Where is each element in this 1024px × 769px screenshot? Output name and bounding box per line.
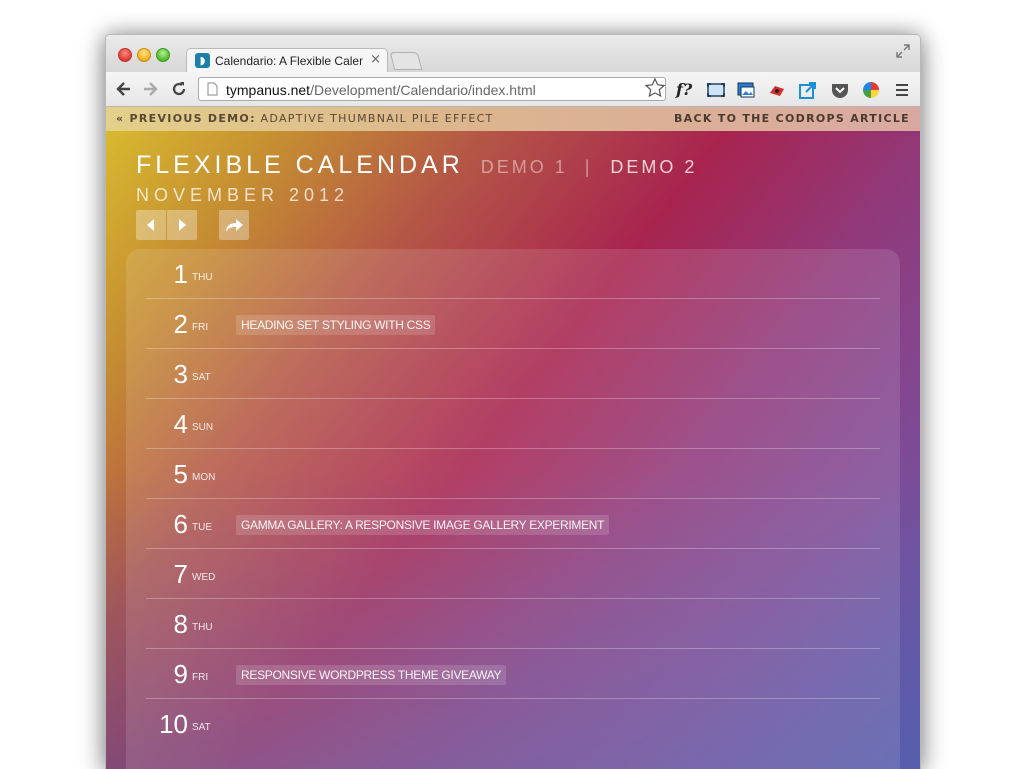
next-month-button[interactable] bbox=[167, 210, 197, 240]
tab-close-icon[interactable]: × bbox=[370, 52, 381, 68]
tab-title: Calendario: A Flexible Calendar bbox=[215, 54, 363, 68]
day-weekday: THU bbox=[192, 272, 213, 283]
day-row[interactable]: 1 THU bbox=[146, 249, 880, 299]
page-title: FLEXIBLE CALENDAR bbox=[136, 151, 464, 179]
bookmark-star-icon[interactable] bbox=[644, 77, 666, 99]
event-link[interactable]: RESPONSIVE WORDPRESS THEME GIVEAWAY bbox=[236, 665, 507, 685]
chrome-menu-icon[interactable] bbox=[896, 84, 908, 99]
day-number: 8 bbox=[173, 609, 188, 639]
forward-arrow-icon[interactable] bbox=[140, 79, 160, 99]
previous-demo-label: « Previous Demo: bbox=[116, 112, 256, 125]
address-bar[interactable]: tympanus.net/Development/Calendario/inde… bbox=[198, 77, 666, 101]
day-row[interactable]: 2 FRI HEADING SET STYLING WITH CSS bbox=[146, 299, 880, 349]
lastpass-extension-icon[interactable] bbox=[767, 80, 787, 100]
go-to-today-button[interactable] bbox=[219, 210, 249, 240]
font-finder-extension-icon[interactable]: f? bbox=[676, 80, 696, 100]
demo-2-link[interactable]: DEMO 2 bbox=[610, 157, 697, 177]
previous-demo-link[interactable]: « Previous Demo: Adaptive Thumbnail Pile… bbox=[116, 107, 494, 131]
day-row[interactable]: 9 FRI RESPONSIVE WORDPRESS THEME GIVEAWAY bbox=[146, 649, 880, 699]
browser-toolbar: tympanus.net/Development/Calendario/inde… bbox=[106, 72, 920, 107]
day-weekday: SUN bbox=[192, 422, 214, 433]
reload-icon[interactable] bbox=[169, 79, 189, 99]
day-number: 10 bbox=[159, 709, 188, 739]
calendar-header: FLEXIBLE CALENDAR DEMO 1 | DEMO 2 bbox=[136, 151, 697, 180]
back-arrow-icon[interactable] bbox=[114, 79, 134, 99]
share-extension-icon[interactable] bbox=[798, 80, 818, 100]
day-number: 2 bbox=[173, 309, 188, 339]
new-tab-button[interactable] bbox=[389, 52, 423, 70]
day-number: 1 bbox=[173, 259, 188, 289]
fullscreen-icon[interactable] bbox=[896, 44, 910, 58]
event-link[interactable]: HEADING SET STYLING WITH CSS bbox=[236, 315, 436, 335]
pocket-extension-icon[interactable] bbox=[830, 80, 850, 100]
day-weekday: TUE bbox=[192, 522, 212, 533]
url-text[interactable]: tympanus.net/Development/Calendario/inde… bbox=[226, 82, 536, 98]
day-row[interactable]: 7 WED bbox=[146, 549, 880, 599]
previous-month-button[interactable] bbox=[136, 210, 166, 240]
day-row[interactable]: 3 SAT bbox=[146, 349, 880, 399]
demo-1-link[interactable]: DEMO 1 bbox=[481, 157, 568, 177]
day-number: 7 bbox=[173, 559, 188, 589]
url-path: /Development/Calendario/index.html bbox=[310, 82, 536, 98]
url-host: tympanus.net bbox=[226, 82, 311, 98]
day-number: 3 bbox=[173, 359, 188, 389]
event-link[interactable]: GAMMA GALLERY: A RESPONSIVE IMAGE GALLER… bbox=[236, 515, 610, 535]
day-row[interactable]: 8 THU bbox=[146, 599, 880, 649]
previous-demo-title: Adaptive Thumbnail Pile Effect bbox=[255, 112, 494, 125]
page-icon bbox=[207, 82, 218, 96]
caret-left-icon bbox=[147, 219, 154, 231]
page-content: « Previous Demo: Adaptive Thumbnail Pile… bbox=[106, 107, 920, 769]
day-row[interactable]: 10 SAT bbox=[146, 699, 880, 749]
minimize-window-button[interactable] bbox=[137, 48, 151, 62]
share-arrow-icon bbox=[226, 219, 243, 232]
day-weekday: THU bbox=[192, 622, 213, 633]
tab-strip: ◗ Calendario: A Flexible Calendar × bbox=[106, 35, 920, 73]
day-row[interactable]: 5 MON bbox=[146, 449, 880, 499]
caret-right-icon bbox=[179, 219, 186, 231]
codrops-top-bar: « Previous Demo: Adaptive Thumbnail Pile… bbox=[106, 107, 920, 131]
day-number: 6 bbox=[173, 509, 188, 539]
calendar-list: 1 THU 2 FRI HEADING SET STYLING WITH CSS 3 SAT… bbox=[126, 249, 900, 769]
day-weekday: SAT bbox=[192, 372, 211, 383]
day-row[interactable]: 6 TUE GAMMA GALLERY: A RESPONSIVE IMAGE GA… bbox=[146, 499, 880, 549]
demo-separator: | bbox=[584, 157, 594, 177]
color-picker-extension-icon[interactable] bbox=[861, 80, 881, 100]
day-number: 5 bbox=[173, 459, 188, 489]
month-year-label: NOVEMBER 2012 bbox=[136, 185, 350, 205]
day-row[interactable]: 4 SUN bbox=[146, 399, 880, 449]
browser-window: ◗ Calendario: A Flexible Calendar × tymp… bbox=[105, 34, 921, 769]
day-weekday: WED bbox=[192, 572, 216, 583]
tab-calendario[interactable]: ◗ Calendario: A Flexible Calendar × bbox=[186, 48, 388, 73]
close-window-button[interactable] bbox=[118, 48, 132, 62]
screenshot-extension-icon[interactable] bbox=[706, 80, 726, 100]
day-number: 9 bbox=[173, 659, 188, 689]
day-weekday: MON bbox=[192, 472, 216, 483]
image-extension-icon[interactable] bbox=[736, 80, 756, 100]
day-weekday: FRI bbox=[192, 322, 209, 333]
zoom-window-button[interactable] bbox=[156, 48, 170, 62]
codrops-favicon-icon: ◗ bbox=[195, 53, 210, 68]
day-weekday: SAT bbox=[192, 722, 211, 733]
back-to-article-link[interactable]: Back to the Codrops Article bbox=[674, 107, 910, 131]
day-number: 4 bbox=[173, 409, 188, 439]
day-weekday: FRI bbox=[192, 672, 209, 683]
